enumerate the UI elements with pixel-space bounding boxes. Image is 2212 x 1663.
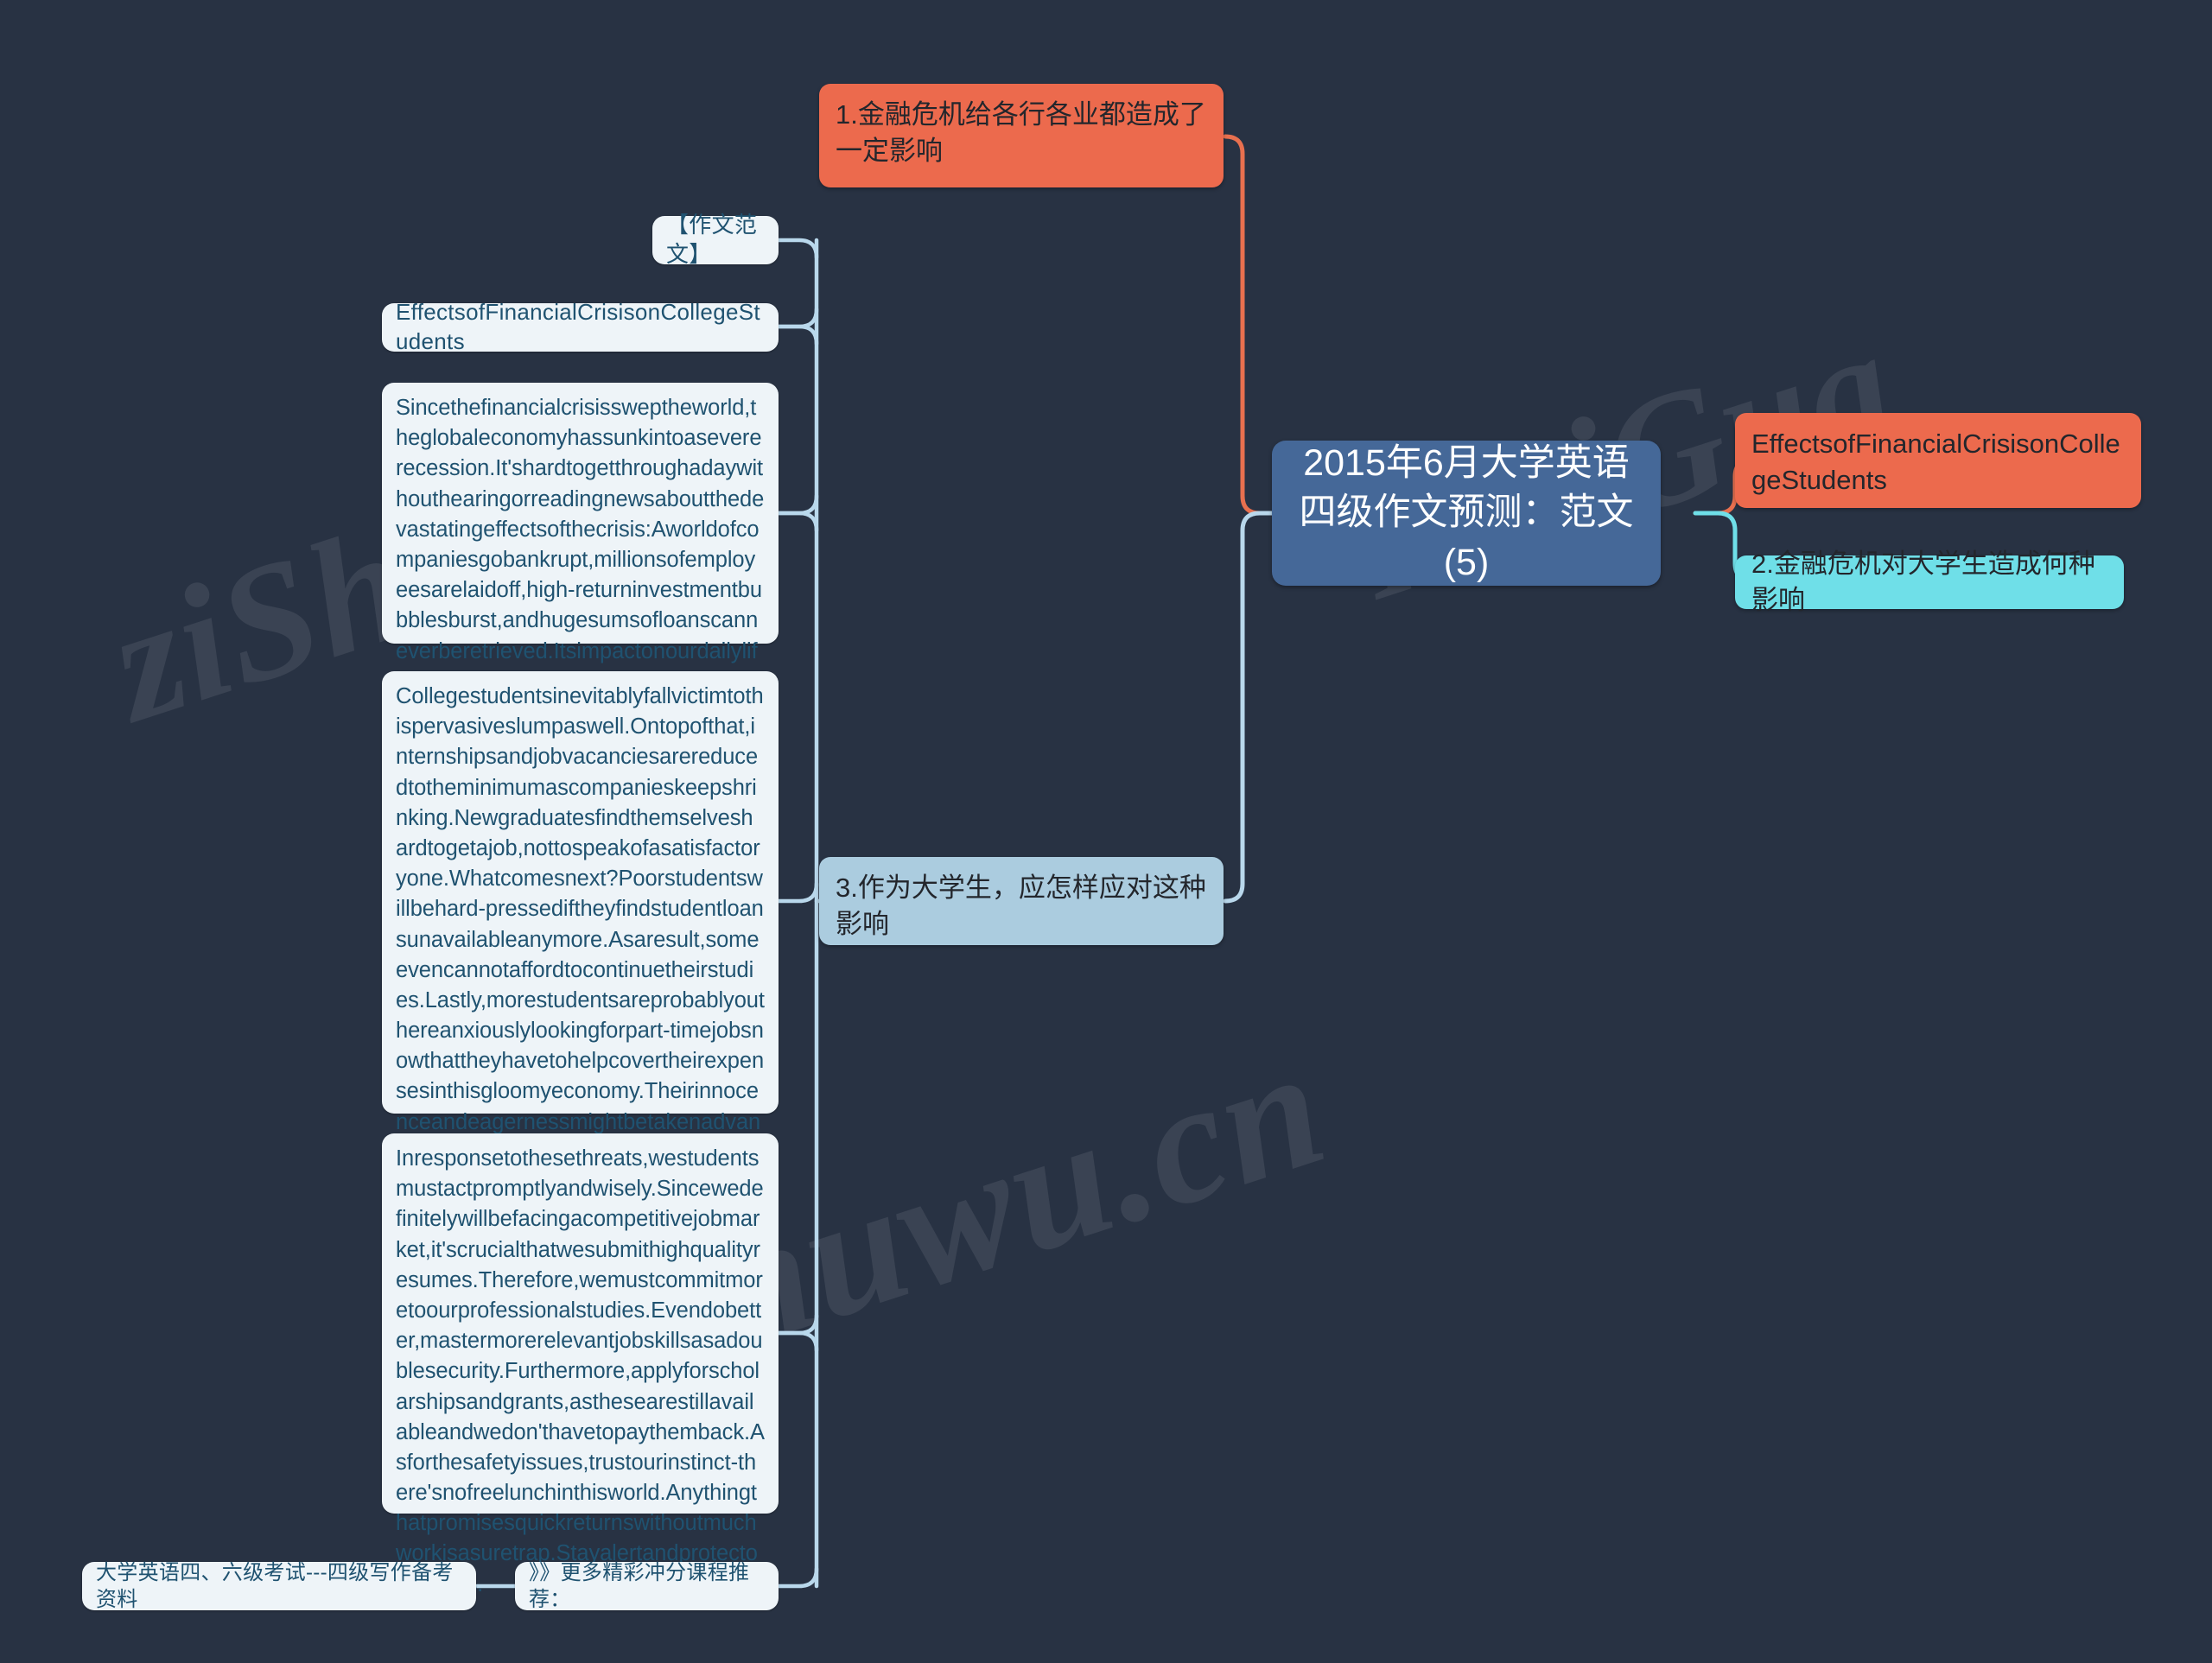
paragraph-3-text: Inresponsetothesethreats,westudentsmusta… [396,1146,765,1596]
footer-node-more-courses[interactable]: 》》更多精彩冲分课程推荐： [515,1560,779,1611]
footer-more-courses-label: 》》更多精彩冲分课程推荐： [529,1560,750,1611]
paragraph-node-3[interactable]: Inresponsetothesethreats,westudentsmusta… [382,1133,779,1596]
root-node[interactable]: 2015年6月大学英语四级作文预测：范文(5) [1272,441,1661,586]
essay-label-node[interactable]: 【作文范文】 [652,212,779,267]
root-label: 2015年6月大学英语四级作文预测：范文(5) [1299,441,1634,583]
footer-node-exam-material[interactable]: 大学英语四、六级考试---四级写作备考资料 [82,1560,476,1611]
topic-node-2-title-label: EffectsofFinancialCrisisonCollegeStudent… [1751,428,2120,495]
essay-title-node[interactable]: EffectsofFinancialCrisisonCollegeStudent… [382,299,779,354]
topic-node-2[interactable]: 2.金融危机对大学生造成何种影响 [1735,549,2124,615]
topic-node-2-label: 2.金融危机对大学生造成何种影响 [1751,549,2095,615]
essay-label-text: 【作文范文】 [666,212,758,267]
topic-node-1[interactable]: 1.金融危机给各行各业都造成了一定影响 [819,84,1224,187]
topic-node-2-title[interactable]: EffectsofFinancialCrisisonCollegeStudent… [1735,413,2141,508]
essay-title-text: EffectsofFinancialCrisisonCollegeStudent… [396,299,760,354]
paragraph-1-text: Sincethefinancialcrisissweptheworld,theg… [396,396,765,694]
paragraph-node-1[interactable]: Sincethefinancialcrisissweptheworld,theg… [382,383,779,694]
topic-node-3[interactable]: 3.作为大学生，应怎样应对这种影响 [819,857,1224,945]
paragraph-2-text: Collegestudentsinevitablyfallvictimtothi… [396,684,765,1195]
paragraph-node-2[interactable]: Collegestudentsinevitablyfallvictimtothi… [382,671,779,1195]
connector-lines [474,134,1772,1589]
topic-node-1-label: 1.金融危机给各行各业都造成了一定影响 [836,99,1206,166]
mindmap-canvas: ziShuwu Shuwu.cn MeiGua [0,0,2212,1663]
topic-node-3-label: 3.作为大学生，应怎样应对这种影响 [836,873,1206,939]
footer-exam-material-label: 大学英语四、六级考试---四级写作备考资料 [96,1560,454,1611]
